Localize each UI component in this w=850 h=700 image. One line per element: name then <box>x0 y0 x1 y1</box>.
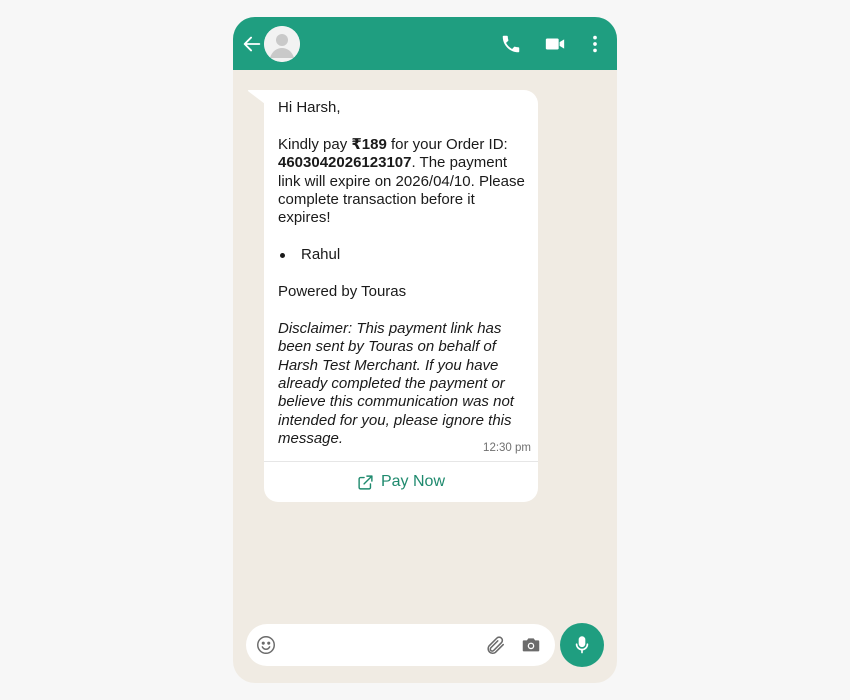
camera-button[interactable] <box>520 634 542 656</box>
powered-by-text: Powered by Touras <box>278 283 407 301</box>
more-options-button[interactable] <box>584 33 606 55</box>
phone-frame: Hi Harsh, Kindly pay ₹189 for your Order… <box>233 17 617 683</box>
disclaimer-text: Disclaimer: This payment link has been s… <box>278 319 514 448</box>
chat-header <box>233 17 617 70</box>
message-payment-paragraph: Kindly pay ₹189 for your Order ID: 46030… <box>278 135 525 227</box>
message-text: Hi Harsh, Kindly pay ₹189 for your Order… <box>278 99 528 449</box>
message-input-bar <box>246 624 555 666</box>
paperclip-icon <box>487 636 505 655</box>
more-vertical-icon <box>593 35 597 53</box>
pay-now-button[interactable]: Pay Now <box>264 462 538 502</box>
emoji-button[interactable] <box>255 634 277 656</box>
phone-icon <box>502 35 520 53</box>
back-button[interactable] <box>241 33 263 55</box>
arrow-left-icon <box>243 36 261 52</box>
message-greeting: Hi Harsh, <box>278 99 341 116</box>
voice-call-button[interactable] <box>500 33 522 55</box>
video-camera-icon <box>545 38 565 50</box>
message-timestamp: 12:30 pm <box>483 442 531 454</box>
attach-button[interactable] <box>484 634 506 656</box>
user-avatar-icon <box>264 26 300 62</box>
pay-now-label: Pay Now <box>380 473 446 490</box>
payment-amount: ₹189 <box>351 135 387 153</box>
order-id: 4603042026123107 <box>278 154 412 172</box>
external-link-icon <box>358 474 373 490</box>
list-item: Rahul <box>278 246 528 264</box>
bubble-tail <box>247 90 265 104</box>
message-input[interactable] <box>292 632 486 660</box>
voice-message-button[interactable] <box>560 623 604 667</box>
message-bubble: Hi Harsh, Kindly pay ₹189 for your Order… <box>264 90 538 502</box>
emoji-icon <box>257 636 275 654</box>
video-call-button[interactable] <box>544 33 566 55</box>
camera-icon <box>522 638 540 652</box>
avatar[interactable] <box>264 26 300 62</box>
microphone-icon <box>575 636 589 654</box>
